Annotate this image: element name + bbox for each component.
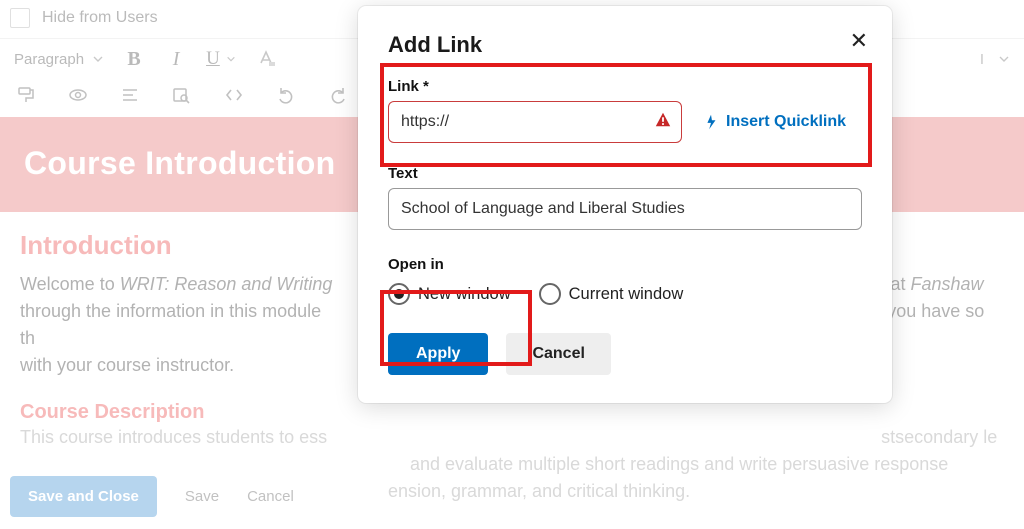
apply-button[interactable]: Apply — [388, 333, 488, 375]
paragraph-label: Paragraph — [14, 51, 84, 68]
quicklink-icon — [702, 113, 720, 131]
preview-button[interactable] — [66, 83, 90, 107]
close-icon[interactable]: ✕ — [850, 28, 868, 54]
format-painter-button[interactable] — [14, 83, 38, 107]
align-button[interactable] — [118, 83, 142, 107]
paragraph-dropdown[interactable]: Paragraph — [14, 51, 104, 68]
link-input[interactable] — [388, 101, 682, 143]
cancel-button[interactable]: Cancel — [247, 488, 294, 505]
openin-label: Open in — [388, 256, 862, 273]
text-fragment: This course introduces students to ess — [20, 427, 327, 447]
text-color-button[interactable] — [254, 47, 278, 71]
chevron-down-icon — [998, 53, 1010, 65]
intro-text: Welcome to — [20, 274, 120, 294]
save-and-close-button[interactable]: Save and Close — [10, 476, 157, 517]
chevron-down-icon — [92, 53, 104, 65]
alert-icon — [654, 111, 672, 133]
add-link-dialog: Add Link ✕ Link * Insert Quicklink Text … — [358, 6, 892, 403]
hide-from-users-label: Hide from Users — [42, 9, 158, 27]
source-code-button[interactable] — [222, 83, 246, 107]
insert-quicklink-button[interactable]: Insert Quicklink — [702, 113, 846, 131]
course-name: WRIT: Reason and Writing — [120, 274, 333, 294]
link-text-input[interactable] — [388, 188, 862, 230]
subheading: Course Description — [20, 401, 1004, 424]
font-dropdown[interactable]: I — [980, 51, 984, 68]
underline-button[interactable]: U — [206, 48, 236, 70]
chevron-down-icon — [226, 54, 236, 64]
openin-new-window-radio[interactable]: New window — [388, 283, 511, 305]
radio-label: Current window — [569, 285, 684, 304]
text-fragment: through the information in this module — [20, 301, 321, 321]
radio-label: New window — [418, 285, 511, 304]
text-fragment: stsecondary le — [881, 427, 997, 447]
undo-button[interactable] — [274, 83, 298, 107]
banner-title: Course Introduction — [24, 145, 335, 181]
text-field-label: Text — [388, 165, 862, 182]
openin-current-window-radio[interactable]: Current window — [539, 283, 684, 305]
bold-button[interactable]: B — [122, 47, 146, 71]
search-button[interactable] — [170, 83, 194, 107]
hide-from-users-checkbox[interactable] — [10, 8, 30, 28]
redo-button[interactable] — [326, 83, 350, 107]
school-name: Fanshaw — [910, 274, 983, 294]
link-field-label: Link * — [388, 78, 862, 95]
save-button[interactable]: Save — [185, 488, 219, 505]
italic-button[interactable]: I — [164, 47, 188, 71]
dialog-title: Add Link — [388, 32, 862, 58]
quicklink-label: Insert Quicklink — [726, 113, 846, 131]
modal-cancel-button[interactable]: Cancel — [506, 333, 610, 375]
